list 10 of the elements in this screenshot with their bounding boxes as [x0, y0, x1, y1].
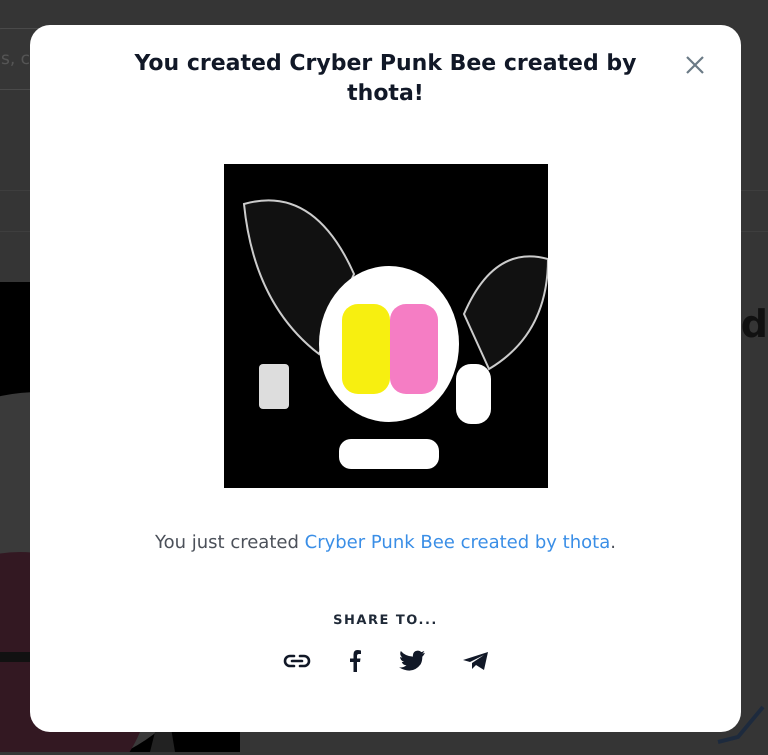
share-label: SHARE TO... — [333, 613, 438, 628]
send-icon[interactable] — [462, 651, 488, 671]
item-link[interactable]: Cryber Punk Bee created by thota — [304, 532, 610, 553]
close-icon — [685, 55, 705, 75]
success-message: You just created Cryber Punk Bee created by thota. — [155, 532, 616, 553]
modal-title: You created Cryber Punk Bee created by thota! — [134, 50, 638, 108]
twitter-icon[interactable] — [398, 650, 424, 672]
link-icon[interactable] — [282, 653, 310, 669]
facebook-icon[interactable] — [348, 650, 360, 672]
close-button[interactable] — [685, 55, 705, 75]
